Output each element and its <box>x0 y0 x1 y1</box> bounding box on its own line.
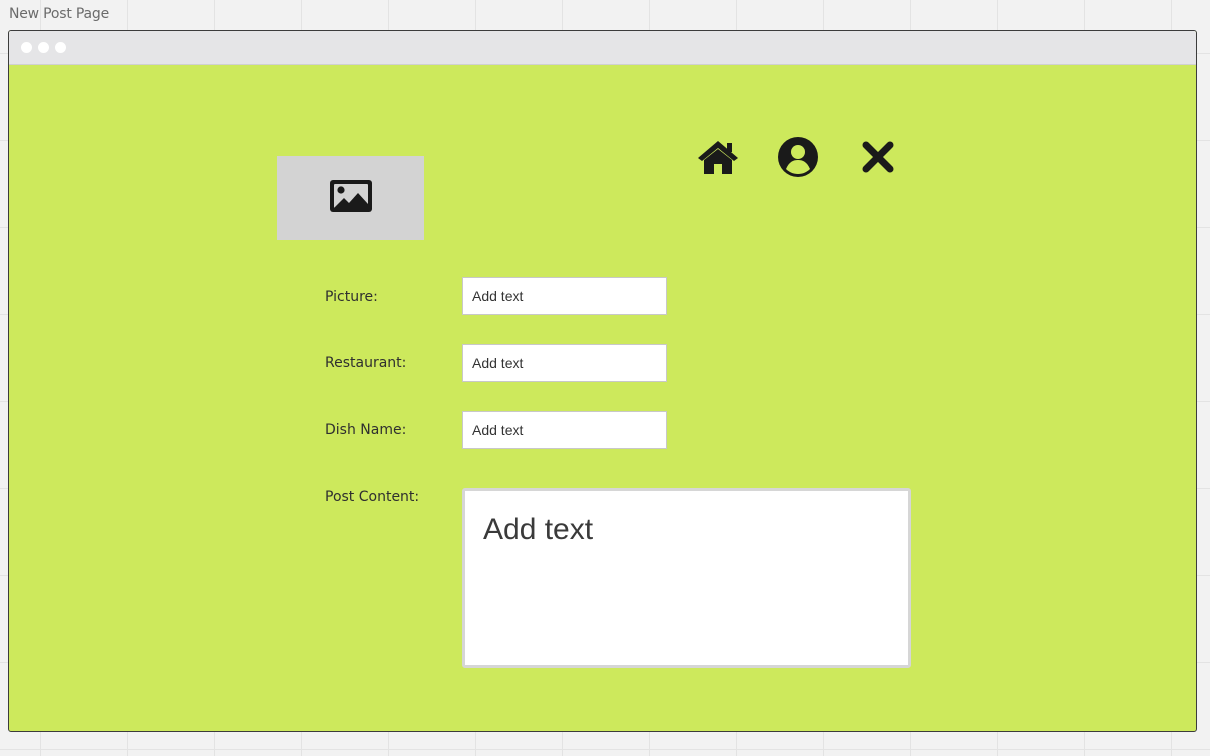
post-content-label: Post Content: <box>325 489 420 505</box>
dish-name-input[interactable]: Add text <box>462 411 667 449</box>
user-circle-icon[interactable] <box>776 135 820 179</box>
browser-window: Picture: Add text Restaurant: Add text D… <box>8 30 1197 732</box>
image-icon <box>329 179 373 218</box>
restaurant-input[interactable]: Add text <box>462 344 667 382</box>
page-canvas: Picture: Add text Restaurant: Add text D… <box>9 65 1196 731</box>
home-icon[interactable] <box>696 135 740 179</box>
image-upload-placeholder[interactable] <box>277 156 424 240</box>
dish-name-label: Dish Name: <box>325 422 407 438</box>
window-titlebar <box>9 31 1196 65</box>
frame-title: New Post Page <box>9 6 110 22</box>
picture-input[interactable]: Add text <box>462 277 667 315</box>
picture-label: Picture: <box>325 289 378 305</box>
close-icon[interactable] <box>856 135 900 179</box>
window-dot <box>21 42 32 53</box>
window-dot <box>38 42 49 53</box>
restaurant-label: Restaurant: <box>325 355 407 371</box>
post-content-textarea[interactable]: Add text <box>462 488 911 668</box>
window-dot <box>55 42 66 53</box>
